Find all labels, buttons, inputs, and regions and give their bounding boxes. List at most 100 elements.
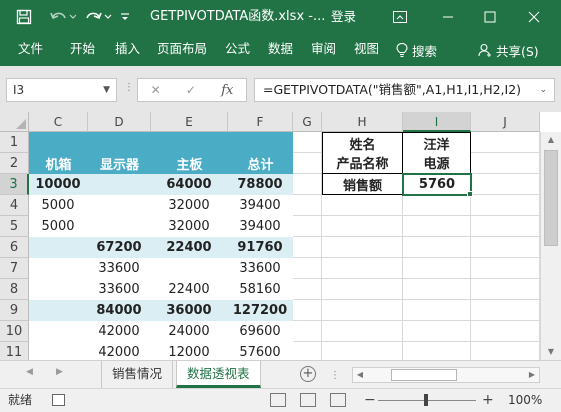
lookup-result-cell[interactable]: 5760 xyxy=(402,173,472,196)
column-header-e[interactable]: E xyxy=(151,112,228,132)
sheet-tab-sales[interactable]: 销售情况 xyxy=(101,361,174,388)
row-header-4[interactable]: 4 xyxy=(0,195,29,216)
pivot-cell[interactable]: 33600 xyxy=(88,279,151,300)
tab-insert[interactable]: 插入 xyxy=(115,34,140,66)
zoom-out-icon[interactable]: − xyxy=(364,390,376,410)
pivot-cell[interactable]: 57600 xyxy=(228,342,293,360)
row-header-10[interactable]: 10 xyxy=(0,321,29,342)
grid-cell[interactable] xyxy=(293,237,322,258)
pivot-cell[interactable]: 5000 xyxy=(29,216,88,237)
row-header-9[interactable]: 9 xyxy=(0,300,29,321)
pivot-cell[interactable] xyxy=(29,279,88,300)
pivot-cell[interactable]: 127200 xyxy=(228,300,293,321)
grid-cell[interactable] xyxy=(322,321,403,342)
lookup-label-product[interactable]: 产品名称 xyxy=(322,153,403,174)
tab-formulas[interactable]: 公式 xyxy=(225,34,250,66)
grid-cell[interactable] xyxy=(471,216,540,237)
grid-cell[interactable] xyxy=(293,216,322,237)
horizontal-scrollbar[interactable]: ◀ ▶ xyxy=(352,367,540,383)
tab-split-handle-icon[interactable]: ⋮ xyxy=(330,370,340,381)
horizontal-scroll-thumb[interactable] xyxy=(391,369,457,381)
grid-cell[interactable] xyxy=(403,258,471,279)
cancel-icon[interactable]: ✕ xyxy=(151,83,161,97)
grid-cell[interactable] xyxy=(293,132,322,153)
grid-cell[interactable] xyxy=(403,300,471,321)
pivot-cell[interactable]: 32000 xyxy=(151,195,228,216)
share-button[interactable]: 共享(S) xyxy=(478,34,539,66)
name-box[interactable]: I3 ▼ xyxy=(6,78,117,102)
zoom-slider-knob[interactable] xyxy=(424,394,428,406)
pivot-cell[interactable] xyxy=(29,321,88,342)
add-sheet-icon[interactable]: + xyxy=(300,366,316,382)
grid-cell[interactable] xyxy=(322,258,403,279)
grid-cell[interactable] xyxy=(322,300,403,321)
grid-cell[interactable] xyxy=(293,258,322,279)
pivot-cell[interactable]: 64000 xyxy=(151,174,228,195)
column-header-i[interactable]: I xyxy=(403,112,471,132)
grid-cell[interactable] xyxy=(471,258,540,279)
tab-home[interactable]: 开始 xyxy=(70,34,95,66)
prev-sheet-icon[interactable]: ◀ xyxy=(26,367,33,377)
grid-cell[interactable] xyxy=(403,321,471,342)
maximize-icon[interactable] xyxy=(470,0,510,34)
lookup-label-sales[interactable]: 销售额 xyxy=(322,174,403,195)
zoom-level[interactable]: 100% xyxy=(508,389,542,411)
pivot-cell[interactable]: 91760 xyxy=(228,237,293,258)
pivot-cell[interactable]: 33600 xyxy=(228,258,293,279)
grid-cell[interactable] xyxy=(322,216,403,237)
grid-cell[interactable] xyxy=(403,195,471,216)
column-header-j[interactable]: J xyxy=(471,112,540,132)
grid-cell[interactable] xyxy=(403,237,471,258)
scroll-down-icon[interactable]: ▼ xyxy=(541,344,561,360)
grid-cell[interactable] xyxy=(471,342,540,360)
pivot-cell[interactable] xyxy=(88,174,151,195)
tab-file[interactable]: 文件 xyxy=(18,34,43,66)
column-header-g[interactable]: G xyxy=(293,112,322,132)
pivot-cell[interactable]: 84000 xyxy=(88,300,151,321)
normal-view-icon[interactable] xyxy=(270,393,286,407)
column-header-f[interactable]: F xyxy=(228,112,293,132)
pivot-cell[interactable] xyxy=(88,216,151,237)
pivot-cell[interactable]: 42000 xyxy=(88,321,151,342)
customize-quick-access-icon[interactable] xyxy=(118,0,132,34)
pivot-cell[interactable]: 12000 xyxy=(151,342,228,360)
insert-function-icon[interactable]: fx xyxy=(221,83,233,98)
pivot-cell[interactable]: 39400 xyxy=(228,216,293,237)
expand-formula-icon[interactable]: ⌄ xyxy=(539,79,547,101)
enter-check-icon[interactable]: ✓ xyxy=(186,83,196,97)
vertical-scrollbar[interactable]: ▲ ▼ xyxy=(540,132,561,360)
row-header-1[interactable]: 1 xyxy=(0,132,29,153)
minimize-icon[interactable] xyxy=(428,0,468,34)
sheet-tab-pivot[interactable]: 数据透视表 xyxy=(176,361,261,388)
grid-cell[interactable] xyxy=(471,237,540,258)
grid-cell[interactable] xyxy=(403,342,471,360)
tab-page-layout[interactable]: 页面布局 xyxy=(157,34,207,66)
grid-cell[interactable] xyxy=(293,153,322,174)
save-icon[interactable] xyxy=(14,0,34,34)
fill-handle[interactable] xyxy=(467,191,473,197)
pivot-cell[interactable]: 5000 xyxy=(29,195,88,216)
undo-icon[interactable] xyxy=(48,0,78,34)
column-header-c[interactable]: C xyxy=(29,112,88,132)
worksheet-grid[interactable]: C D E F G H I J 1 2 3 4 5 6 7 8 9 10 11 机箱 显示器 主板 总计 10000 64000… xyxy=(0,112,561,360)
grid-cell[interactable] xyxy=(403,279,471,300)
grid-cell[interactable] xyxy=(293,321,322,342)
tab-review[interactable]: 审阅 xyxy=(311,34,336,66)
tab-view[interactable]: 视图 xyxy=(354,34,379,66)
pivot-cell[interactable]: 42000 xyxy=(88,342,151,360)
pivot-cell[interactable]: 10000 xyxy=(29,174,88,195)
tab-data[interactable]: 数据 xyxy=(268,34,293,66)
pivot-cell[interactable]: 67200 xyxy=(88,237,151,258)
scroll-right-icon[interactable]: ▶ xyxy=(525,368,539,382)
pivot-cell[interactable] xyxy=(29,300,88,321)
pivot-cell[interactable] xyxy=(29,237,88,258)
pivot-cell[interactable] xyxy=(29,258,88,279)
grid-cell[interactable] xyxy=(293,300,322,321)
pivot-column-header[interactable]: 机箱 xyxy=(29,153,88,174)
formula-input[interactable]: =GETPIVOTDATA("销售额",A1,H1,I1,H2,I2) ⌄ xyxy=(254,78,555,102)
page-layout-view-icon[interactable] xyxy=(300,393,316,407)
pivot-cell[interactable] xyxy=(29,342,88,360)
pivot-cell[interactable] xyxy=(88,195,151,216)
macro-record-icon[interactable] xyxy=(52,394,65,406)
pivot-cell[interactable]: 22400 xyxy=(151,279,228,300)
